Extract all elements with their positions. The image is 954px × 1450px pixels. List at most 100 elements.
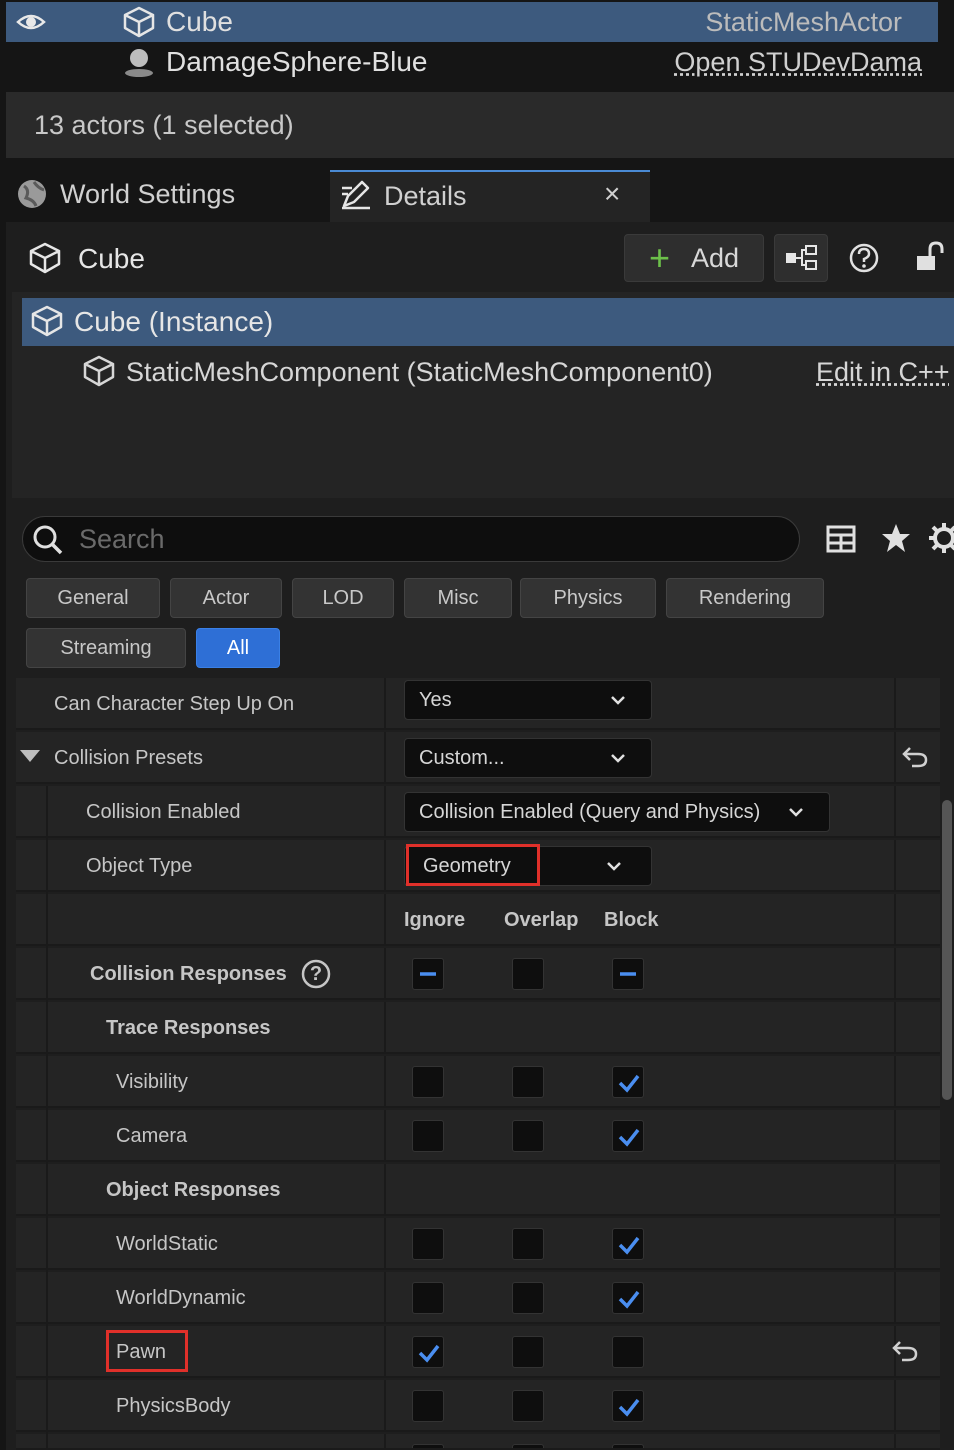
settings-gear-icon[interactable] — [928, 522, 954, 554]
all-overlap-checkbox[interactable] — [512, 958, 544, 990]
search-icon — [33, 525, 63, 555]
ignore-checkbox[interactable] — [412, 1120, 444, 1152]
details-pencil-icon — [340, 178, 372, 210]
outliner-partial-row — [6, 82, 938, 92]
static-mesh-icon — [82, 355, 116, 389]
category-general[interactable]: General — [26, 578, 160, 618]
add-component-button[interactable]: + Add — [624, 234, 764, 282]
block-checkbox[interactable] — [612, 1066, 644, 1098]
outliner-row-cube[interactable]: Cube StaticMeshActor — [6, 2, 938, 42]
dropdown-value: Custom... — [419, 747, 505, 769]
ignore-checkbox[interactable] — [412, 1066, 444, 1098]
help-icon[interactable] — [848, 242, 880, 274]
component-row-staticmesh[interactable]: StaticMeshComponent (StaticMeshComponent… — [22, 348, 954, 396]
ignore-checkbox[interactable] — [412, 1390, 444, 1422]
overlap-checkbox[interactable] — [512, 1390, 544, 1422]
open-blueprint-link[interactable]: Open STUDevDama — [674, 42, 922, 82]
section-label: Trace Responses — [106, 1017, 271, 1039]
collapse-arrow-icon[interactable] — [20, 750, 40, 764]
response-row-worlddynamic: WorldDynamic — [16, 1272, 940, 1326]
block-checkbox[interactable] — [612, 1390, 644, 1422]
trace-responses-header: Trace Responses — [16, 1002, 940, 1056]
overlap-checkbox[interactable] — [512, 1444, 544, 1448]
highlight-box — [106, 1330, 188, 1372]
category-rendering[interactable]: Rendering — [666, 578, 824, 618]
response-row-worldstatic: WorldStatic — [16, 1218, 940, 1272]
close-tab-button[interactable]: × — [604, 174, 620, 214]
column-divider — [384, 678, 386, 730]
response-label: PhysicsBody — [116, 1395, 231, 1417]
add-button-label: Add — [691, 243, 740, 273]
column-divider — [384, 732, 386, 784]
component-label: StaticMeshComponent (StaticMeshComponent… — [126, 357, 713, 387]
column-divider — [894, 678, 896, 730]
tab-label: Details — [384, 181, 467, 211]
reset-to-default-icon[interactable] — [892, 1340, 918, 1362]
column-header-ignore: Ignore — [404, 909, 466, 931]
property-row-collision-responses: Collision Responses ? — [16, 948, 940, 1002]
collision-enabled-dropdown[interactable]: Collision Enabled (Query and Physics) — [404, 792, 830, 832]
search-input[interactable]: Search — [79, 517, 165, 561]
dropdown-value: Yes — [419, 689, 452, 711]
category-lod[interactable]: LOD — [292, 578, 394, 618]
details-scrollbar[interactable] — [942, 800, 952, 1100]
search-box[interactable]: Search — [22, 516, 800, 562]
category-all[interactable]: All — [196, 628, 280, 668]
column-divider — [384, 1272, 386, 1324]
favorites-star-icon[interactable] — [880, 522, 912, 554]
block-checkbox[interactable] — [612, 1228, 644, 1260]
block-checkbox[interactable] — [612, 1282, 644, 1314]
column-divider — [384, 894, 386, 946]
property-row-step-up: Can Character Step Up On Yes — [16, 678, 940, 730]
step-up-dropdown[interactable]: Yes — [404, 680, 652, 720]
blueprint-button[interactable] — [774, 234, 828, 282]
overlap-checkbox[interactable] — [512, 1282, 544, 1314]
ignore-checkbox[interactable] — [412, 1228, 444, 1260]
ignore-checkbox[interactable] — [412, 1336, 444, 1368]
property-label: Collision Presets — [54, 747, 203, 769]
outliner-row-damagesphere[interactable]: DamageSphere-Blue Open STUDevDama — [6, 42, 938, 82]
indent-guide — [46, 1056, 48, 1110]
actor-name-label[interactable]: Cube — [78, 236, 145, 282]
reset-to-default-icon[interactable] — [902, 746, 928, 768]
block-checkbox[interactable] — [612, 1336, 644, 1368]
collision-presets-dropdown[interactable]: Custom... — [404, 738, 652, 778]
column-divider — [894, 1434, 896, 1448]
chevron-down-icon — [611, 696, 625, 705]
property-row-collision-presets: Collision Presets Custom... — [16, 732, 940, 784]
column-divider — [384, 1326, 386, 1378]
column-divider — [384, 1056, 386, 1108]
component-row-instance[interactable]: Cube (Instance) — [22, 298, 954, 346]
column-divider — [384, 1218, 386, 1270]
help-icon[interactable]: ? — [300, 958, 332, 990]
overlap-checkbox[interactable] — [512, 1120, 544, 1152]
category-streaming[interactable]: Streaming — [26, 628, 186, 668]
actor-icon — [122, 46, 156, 78]
overlap-checkbox[interactable] — [512, 1066, 544, 1098]
response-label: Camera — [116, 1125, 188, 1147]
edit-in-cpp-link[interactable]: Edit in C++ — [816, 348, 950, 396]
overlap-checkbox[interactable] — [512, 1228, 544, 1260]
lock-icon[interactable] — [914, 240, 948, 274]
block-checkbox[interactable] — [612, 1120, 644, 1152]
property-label: Collision Responses — [90, 963, 287, 985]
response-label: WorldStatic — [116, 1233, 218, 1255]
response-row-camera: Camera — [16, 1110, 940, 1164]
ignore-checkbox[interactable] — [412, 1444, 444, 1448]
tab-details[interactable]: Details × — [330, 170, 650, 222]
ignore-checkbox[interactable] — [412, 1282, 444, 1314]
property-label: Object Type — [86, 855, 193, 877]
column-divider — [894, 840, 896, 892]
category-misc[interactable]: Misc — [404, 578, 512, 618]
overlap-checkbox[interactable] — [512, 1336, 544, 1368]
category-actor[interactable]: Actor — [170, 578, 282, 618]
indent-guide — [46, 1218, 48, 1272]
tab-world-settings[interactable]: World Settings — [6, 170, 322, 222]
block-checkbox[interactable] — [612, 1444, 644, 1448]
all-ignore-checkbox[interactable] — [412, 958, 444, 990]
visibility-eye-icon[interactable] — [16, 10, 46, 34]
property-matrix-icon[interactable] — [826, 524, 856, 554]
category-physics[interactable]: Physics — [520, 578, 656, 618]
all-block-checkbox[interactable] — [612, 958, 644, 990]
indent-guide — [46, 1326, 48, 1380]
